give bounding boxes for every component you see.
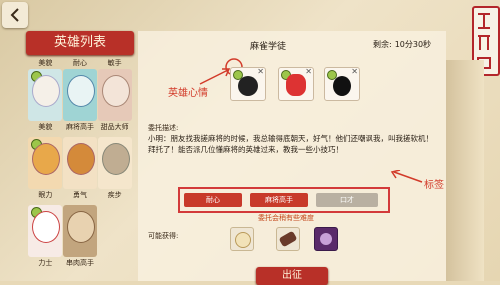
annotation-mood-label: 英雄心情 <box>168 88 208 99</box>
hero-tag: 美貌 <box>38 59 53 67</box>
hero-card[interactable] <box>28 205 62 257</box>
hero-tag: 敏手 <box>107 59 122 67</box>
hero-tag: 麻将高手 <box>66 123 94 131</box>
close-icon[interactable]: ✕ <box>351 67 358 76</box>
close-icon[interactable]: ✕ <box>305 67 312 76</box>
reward-item[interactable] <box>230 227 254 251</box>
quest-panel: 麻雀学徒 剩余: 10分30秒 ✕ ✕ ✕ 委托描述: 小明：朋友找我搓麻将的时候… <box>138 31 446 285</box>
time-value: 10分30秒 <box>394 40 432 49</box>
hero-card[interactable] <box>63 205 97 257</box>
hero-tag: 力士 <box>38 259 53 267</box>
hero-list-title: 英雄列表 <box>26 31 134 55</box>
time-label: 剩余: <box>373 40 392 49</box>
back-arrow-icon <box>10 8 19 22</box>
annotation-arrow <box>390 170 423 183</box>
hero-card[interactable] <box>98 137 132 189</box>
hero-row[interactable]: 力士 串肉高手 <box>28 205 132 271</box>
tag-button: 耐心 <box>184 193 242 207</box>
annotation-arrow <box>199 68 231 85</box>
annotation-tag-label: 标签 <box>424 180 444 191</box>
quest-description: 小明：朋友找我搓麻将的时候，我总输得底朝天，好气！他们还嘲讽我，叫我搓软机！拜托… <box>148 134 433 154</box>
quest-title: 麻雀学徒 <box>249 42 286 52</box>
hero-card[interactable] <box>63 137 97 189</box>
hero-tag: 甜品大师 <box>100 123 129 131</box>
hero-row[interactable]: 美貌 麻将高手 甜品大师 <box>28 69 132 135</box>
hero-tag: 耐心 <box>73 59 87 67</box>
hero-tag: 美貌 <box>38 123 53 131</box>
back-button[interactable] <box>2 2 28 28</box>
hero-card[interactable] <box>28 137 62 189</box>
scroll-roll <box>446 60 484 281</box>
hero-card[interactable] <box>63 69 97 121</box>
hero-card[interactable] <box>98 69 132 121</box>
go-button[interactable]: 出征 <box>256 267 328 285</box>
hero-list[interactable]: 美貌 耐心 敏手 美貌 麻将高手 甜品大师 眼力 勇气 疾步 力士 串肉高手 <box>28 57 132 281</box>
tag-button: 口才 <box>316 193 378 207</box>
close-icon[interactable]: ✕ <box>257 67 264 76</box>
hero-tag: 疾步 <box>107 191 122 199</box>
hero-card[interactable] <box>28 69 62 121</box>
reward-item[interactable] <box>314 227 338 251</box>
time-remaining: 剩余: 10分30秒 <box>370 39 431 50</box>
team-slot-1[interactable]: ✕ <box>230 67 266 101</box>
hero-tag: 勇气 <box>73 191 87 199</box>
rewards-label: 可能获得: <box>148 232 179 240</box>
hero-tag: 眼力 <box>38 191 53 199</box>
desc-label: 委托描述: <box>148 124 179 132</box>
difficulty-note: 委托会稍有些难度 <box>258 214 314 222</box>
hero-row[interactable]: 眼力 勇气 疾步 <box>28 137 132 203</box>
tag-button: 麻将高手 <box>250 193 308 207</box>
hero-list-panel: 英雄列表 美貌 耐心 敏手 美貌 麻将高手 甜品大师 眼力 勇气 疾步 力士 串… <box>24 31 138 281</box>
hero-tag: 串肉高手 <box>66 259 94 267</box>
team-slot-3[interactable]: ✕ <box>324 67 360 101</box>
hero-tag <box>97 257 132 269</box>
reward-item[interactable] <box>276 227 300 251</box>
required-tags-box: 耐心 麻将高手 口才 <box>178 187 390 213</box>
team-slot-2[interactable]: ✕ <box>278 67 314 101</box>
